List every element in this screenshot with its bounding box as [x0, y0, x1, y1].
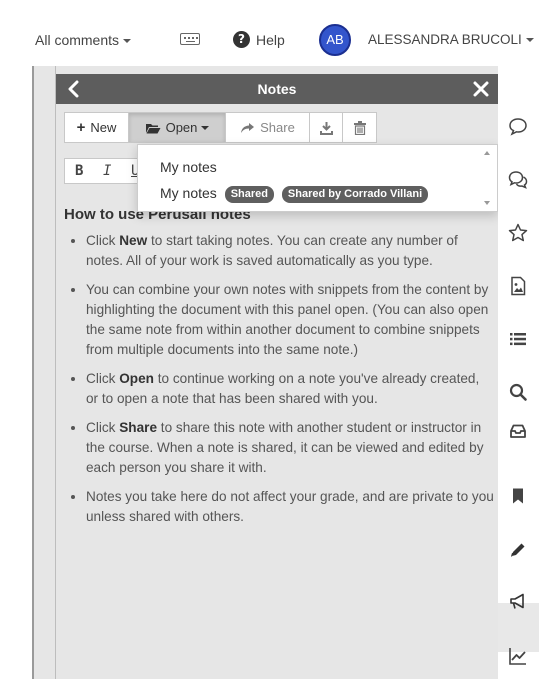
comments-filter-label: All comments	[35, 32, 120, 48]
folder-open-icon	[145, 123, 161, 133]
download-button[interactable]	[310, 113, 343, 142]
notes-title: Notes	[257, 81, 297, 97]
list-icon[interactable]	[507, 328, 529, 350]
list-item: Click Open to continue working on a note…	[86, 369, 494, 409]
share-note-button[interactable]: Share	[226, 113, 310, 142]
scroll-down-arrow-icon[interactable]	[484, 201, 490, 205]
list-item: Click Share to share this note with anot…	[86, 418, 494, 478]
list-item: Click New to start taking notes. You can…	[86, 231, 494, 271]
panel-gutter	[34, 66, 56, 679]
right-sidebar	[498, 66, 539, 679]
delete-button[interactable]	[343, 113, 376, 142]
shared-badge: Shared	[224, 185, 274, 203]
search-icon[interactable]	[507, 381, 529, 403]
pencil-icon[interactable]	[507, 539, 529, 561]
comment-icon[interactable]	[507, 115, 529, 137]
conversations-icon[interactable]	[507, 168, 529, 190]
list-item: Notes you take here do not affect your g…	[86, 487, 494, 527]
new-note-label: New	[90, 120, 117, 135]
list-item: You can combine your own notes with snip…	[86, 280, 494, 360]
inbox-icon[interactable]	[507, 420, 529, 442]
notes-help-content: How to use Perusall notes Click New to s…	[64, 206, 494, 536]
close-icon[interactable]	[472, 79, 490, 99]
comments-filter-dropdown[interactable]: All comments	[35, 32, 132, 48]
dropdown-item-shared-notes[interactable]: My notes Shared Shared by Corrado Villan…	[160, 185, 429, 203]
document-margin	[0, 66, 33, 679]
dropdown-item-my-notes[interactable]: My notes	[160, 159, 217, 175]
user-menu[interactable]: ALESSANDRA BRUCOLI	[368, 32, 534, 47]
dropdown-item-label: My notes	[160, 185, 217, 201]
open-note-label: Open	[165, 120, 198, 135]
avatar[interactable]: AB	[319, 24, 351, 56]
notes-header: Notes	[56, 74, 498, 104]
italic-button[interactable]: I	[103, 163, 111, 179]
user-name: ALESSANDRA BRUCOLI	[368, 32, 522, 47]
share-note-label: Share	[260, 120, 295, 135]
scroll-up-arrow-icon[interactable]	[484, 151, 490, 155]
trash-icon	[353, 120, 366, 135]
share-icon	[241, 122, 255, 133]
bold-button[interactable]: B	[75, 163, 83, 179]
new-note-button[interactable]: + New	[65, 113, 129, 142]
star-icon[interactable]	[507, 222, 529, 244]
open-notes-dropdown: My notes My notes Shared Shared by Corra…	[137, 144, 498, 212]
chevron-down-icon	[201, 125, 210, 130]
help-link[interactable]: Help	[256, 32, 285, 48]
notes-toolbar: + New Open Share	[64, 112, 377, 143]
megaphone-icon[interactable]	[507, 590, 529, 612]
chevron-down-icon	[525, 38, 534, 43]
help-list: Click New to start taking notes. You can…	[64, 231, 494, 527]
chart-icon[interactable]	[507, 645, 529, 667]
top-bar: All comments ? Help AB ALESSANDRA BRUCOL…	[0, 0, 539, 66]
bookmark-icon[interactable]	[507, 485, 529, 507]
document-image-icon[interactable]	[507, 275, 529, 297]
open-note-button[interactable]: Open	[129, 113, 226, 142]
keyboard-icon[interactable]	[180, 33, 200, 45]
download-icon	[319, 121, 333, 135]
chevron-down-icon	[123, 39, 132, 44]
shared-by-badge: Shared by Corrado Villani	[281, 185, 429, 203]
plus-icon: +	[76, 119, 86, 136]
help-icon[interactable]: ?	[233, 31, 250, 48]
